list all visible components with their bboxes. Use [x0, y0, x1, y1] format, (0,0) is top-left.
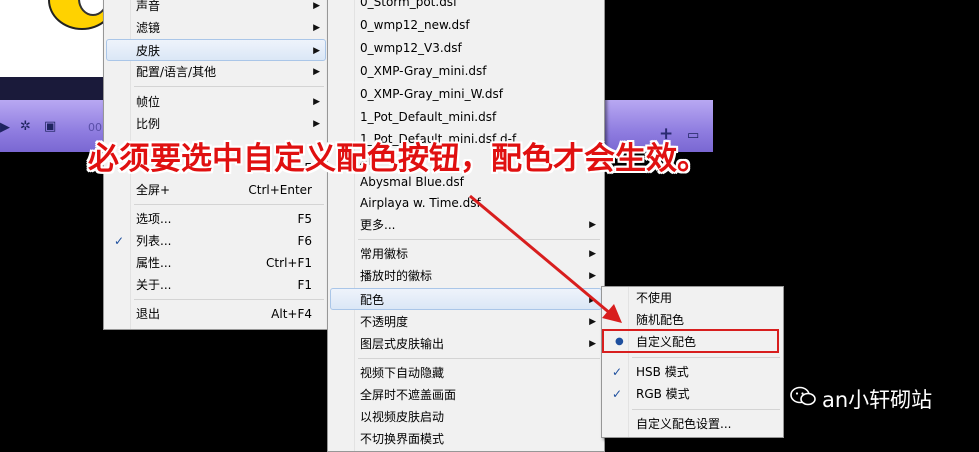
wechat-icon [790, 386, 816, 406]
watermark: an小轩砌站 [822, 388, 933, 412]
annotation-arrow [469, 194, 622, 323]
annotation-text: 必须要选中自定义配色按钮，配色才会生效。 [88, 141, 708, 177]
